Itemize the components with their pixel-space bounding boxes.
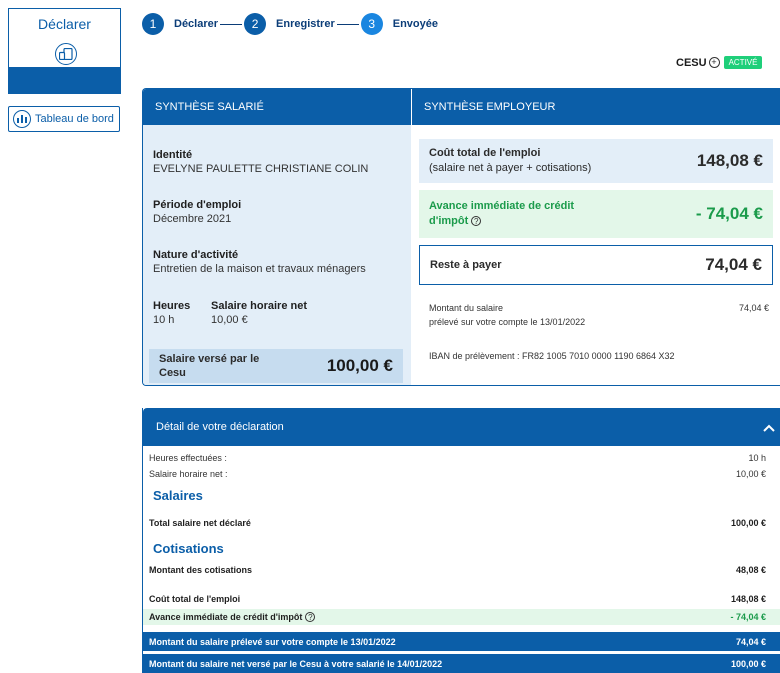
detail-row-total-salaire: Total salaire net déclaré 100,00 € [149,518,766,528]
chevron-up-icon[interactable] [758,420,780,435]
cout-total-sub: (salaire net à payer + cotisations) [429,162,592,174]
detail-row-cotisations: Montant des cotisations 48,08 € [149,565,766,575]
plus-icon[interactable]: + [708,57,720,68]
step-2-circle: 2 [244,13,267,35]
detail-header[interactable]: Détail de votre déclaration [143,408,780,446]
detail-row-cout-total: Coût total de l'emploi 148,08 € [149,594,766,604]
iban-text: IBAN de prélèvement : FR82 1005 7010 000… [429,351,675,361]
detail-row-taux: Salaire horaire net : 10,00 € [149,468,766,479]
nature-value: Entretien de la maison et travaux ménage… [153,263,366,275]
salaire-verse-amount: 100,00 € [326,356,393,375]
salaire-verse-box: Salaire versé par le Cesu 100,00 € [149,349,403,383]
cesu-label: CESU [676,56,707,69]
montant-preleve: Montant du salaire prélevé sur votre com… [429,301,769,329]
reste-a-payer-box: Reste à payer 74,04 € [419,245,773,285]
detail-row-verse: Montant du salaire net versé par le Cesu… [143,654,780,673]
detail-row-avance: Avance immédiate de crédit d'impôt? - 74… [143,609,780,625]
detail-row-preleve: Montant du salaire prélevé sur votre com… [143,632,780,651]
identite-label: Identité [153,149,193,161]
devices-icon [55,43,77,65]
step-1-circle: 1 [142,13,164,35]
montant-sub: prélevé sur votre compte le 13/01/2022 [429,317,586,327]
step-2-label: Enregistrer [276,18,335,30]
cout-total-box: Coût total de l'emploi (salaire net à pa… [419,139,773,183]
synthese-employeur-header: SYNTHÈSE EMPLOYEUR [411,89,780,125]
heures-field: Heures 10 h [153,300,190,326]
tableau-de-bord-label: Tableau de bord [35,113,114,125]
synthesis-panel: SYNTHÈSE SALARIÉ Identité EVELYNE PAULET… [142,88,780,386]
dashboard-icon [13,110,31,128]
detail-declaration: Détail de votre déclaration Heures effec… [142,408,780,673]
declarer-nav-band [9,67,120,93]
cesu-status: CESU + ACTIVÉ [676,56,763,69]
taux-label: Salaire horaire net [211,300,307,312]
nature-label: Nature d'activité [153,249,239,261]
step-connector [336,23,359,25]
progress-stepper: 1 Déclarer 2 Enregistrer 3 Envoyée [142,12,438,36]
tableau-de-bord-button[interactable]: Tableau de bord [8,106,120,132]
avance-label: Avance immédiate de crédit d'impôt [429,200,575,227]
salaire-verse-label: Salaire versé par le Cesu [159,353,260,379]
nature-field: Nature d'activité Entretien de la maison… [153,249,366,275]
synthese-employeur: SYNTHÈSE EMPLOYEUR Coût total de l'emplo… [411,89,780,385]
periode-label: Période d'emploi [153,199,242,211]
declarer-nav-card[interactable]: Déclarer [8,8,121,94]
montant-amount: 74,04 € [738,303,769,313]
reste-amount: 74,04 € [705,255,762,274]
declarer-nav-label: Déclarer [38,16,91,32]
cotisations-title: Cotisations [153,541,224,556]
taux-value: 10,00 € [211,314,248,326]
identite-field: Identité EVELYNE PAULETTE CHRISTIANE COL… [153,149,368,175]
step-3-label: Envoyée [392,18,438,30]
taux-field: Salaire horaire net 10,00 € [211,300,307,326]
heures-label: Heures [153,300,191,312]
detail-header-title: Détail de votre déclaration [156,421,284,433]
avance-amount: - 74,04 € [695,204,763,223]
detail-row-heures: Heures effectuées : 10 h [149,452,766,463]
montant-label: Montant du salaire [429,303,504,313]
help-icon[interactable]: ? [471,216,482,227]
step-connector [220,23,243,25]
cout-total-amount: 148,08 € [696,151,763,170]
step-3-circle: 3 [360,13,383,35]
heures-value: 10 h [153,314,175,326]
cout-total-label: Coût total de l'emploi [429,147,541,159]
identite-value: EVELYNE PAULETTE CHRISTIANE COLIN [153,163,369,175]
synthese-salarie: SYNTHÈSE SALARIÉ Identité EVELYNE PAULET… [143,89,411,385]
synthese-salarie-header: SYNTHÈSE SALARIÉ [143,89,411,125]
avance-immediate-box: Avance immédiate de crédit d'impôt? - 74… [419,190,773,238]
reste-label: Reste à payer [430,258,502,271]
salaires-title: Salaires [153,488,203,503]
active-badge: ACTIVÉ [723,56,763,69]
step-1-label: Déclarer [174,18,219,30]
periode-value: Décembre 2021 [153,213,232,225]
periode-field: Période d'emploi Décembre 2021 [153,199,241,225]
help-icon[interactable]: ? [305,612,316,623]
